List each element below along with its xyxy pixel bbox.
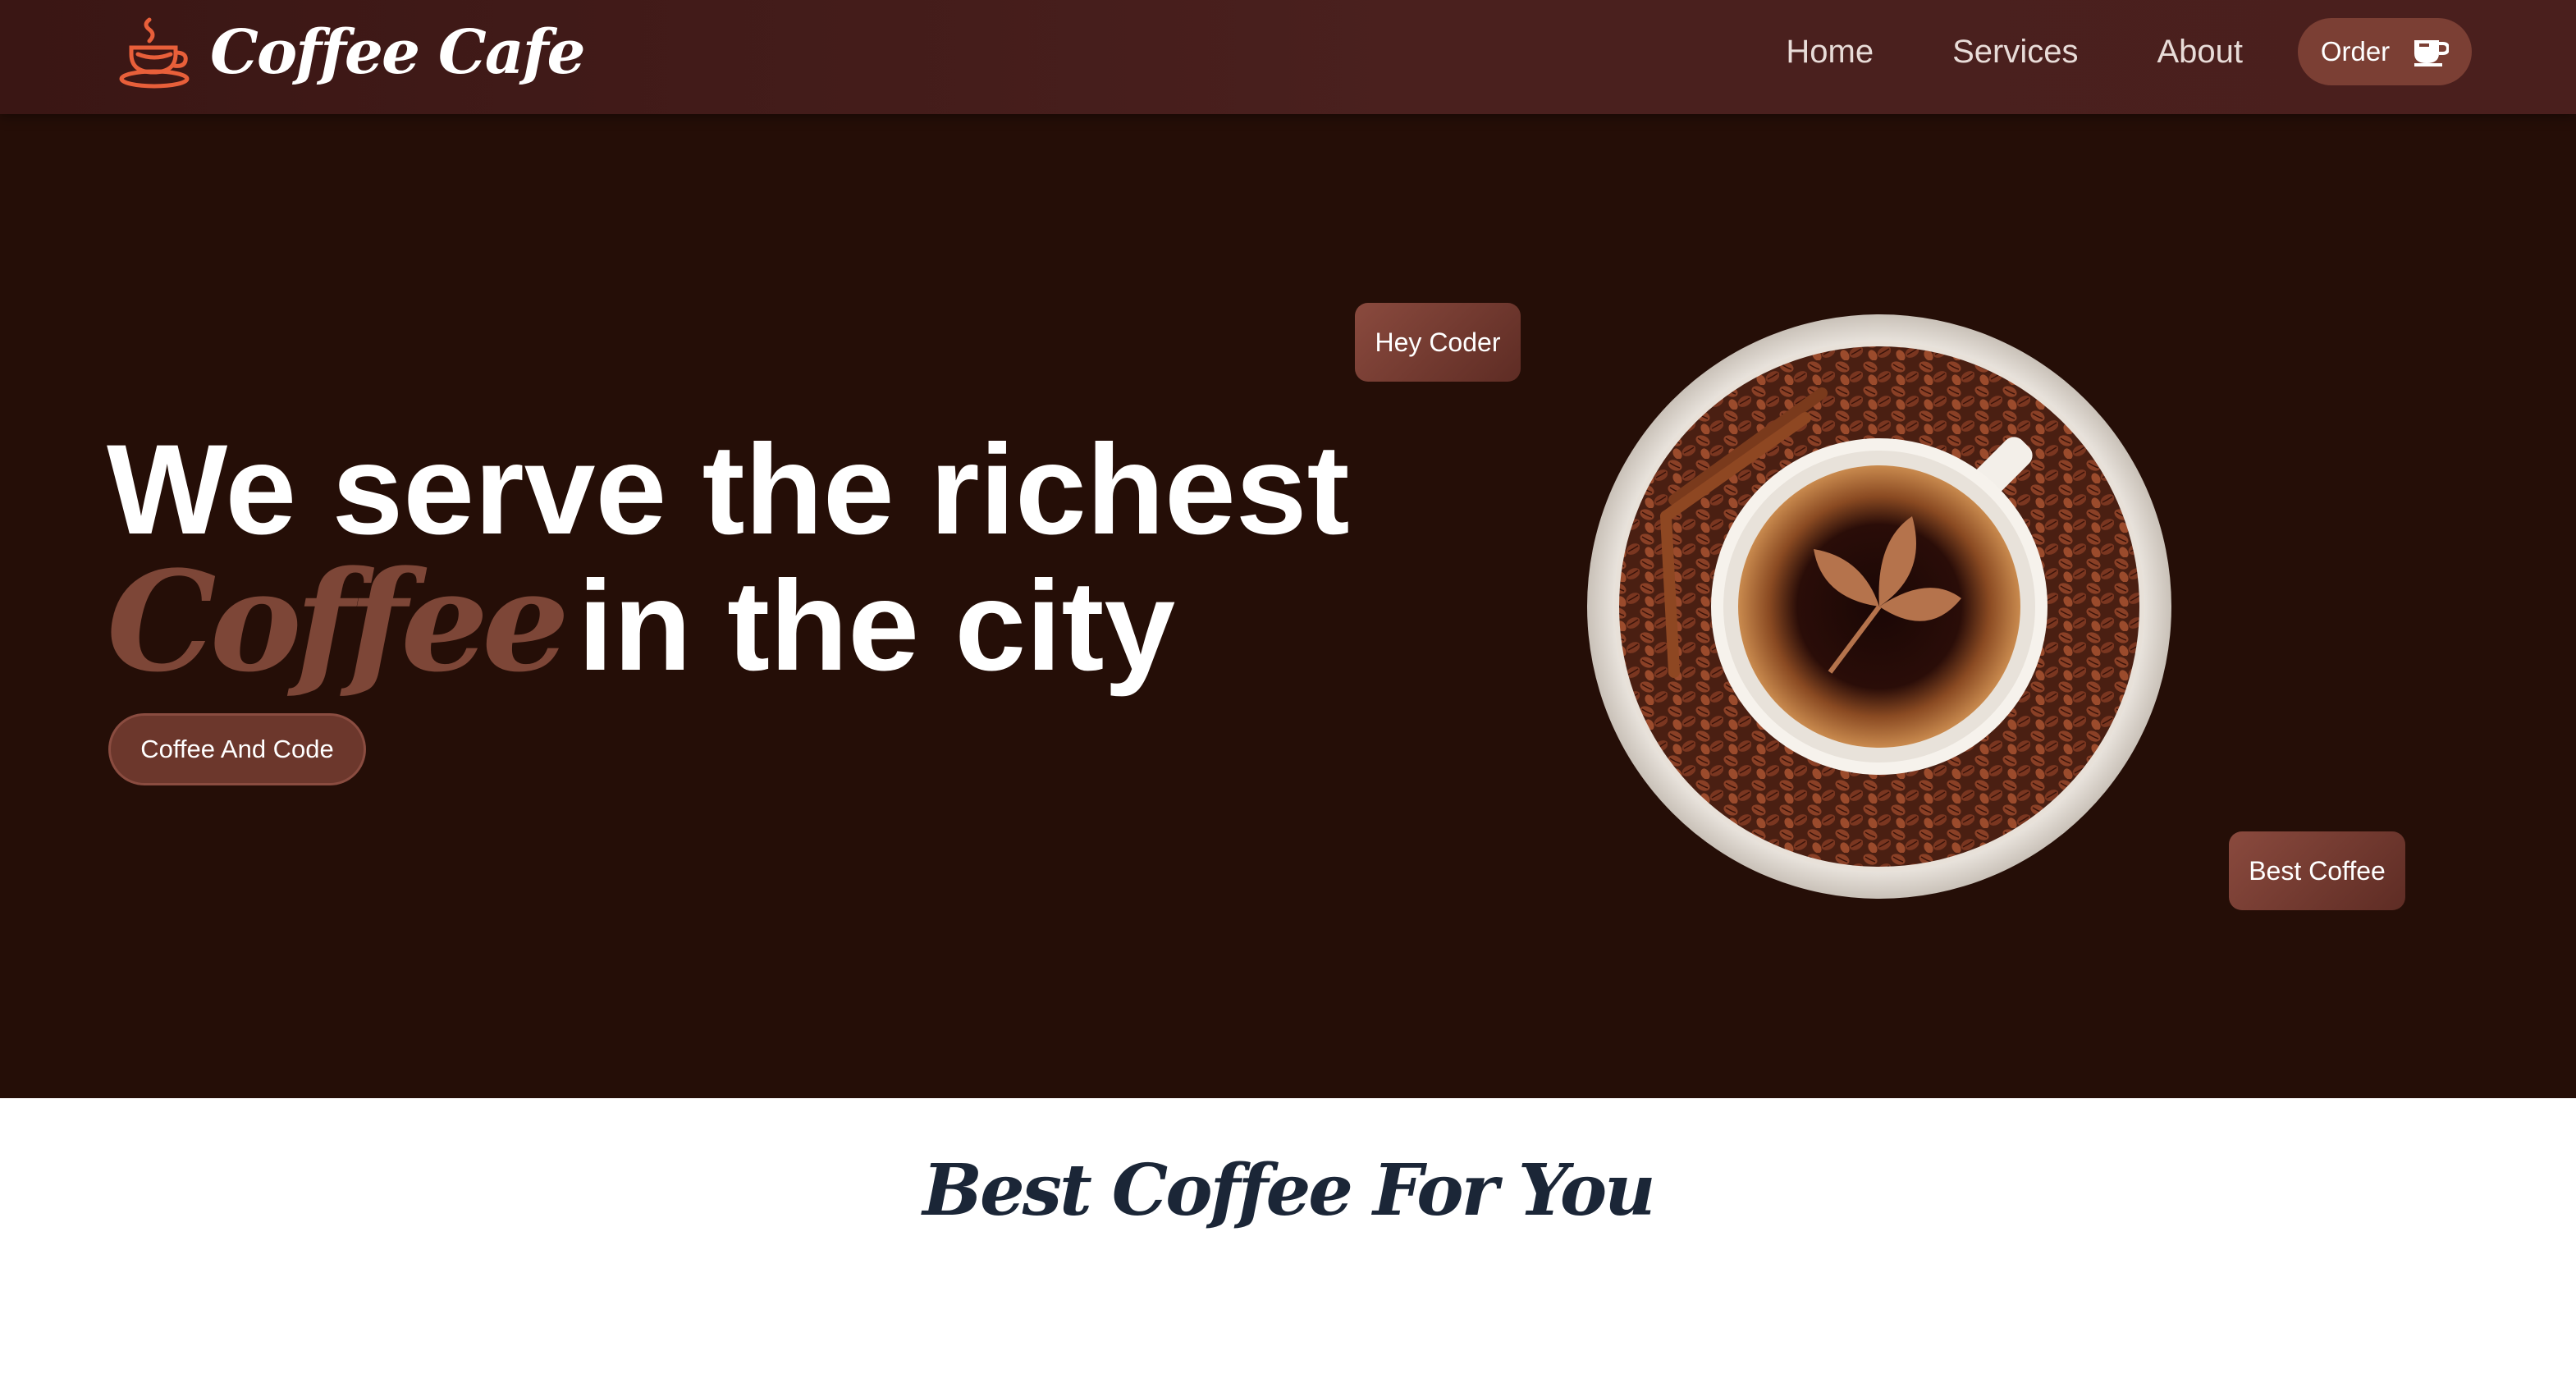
hey-coder-tag: Hey Coder	[1355, 303, 1521, 382]
coffee-and-code-button[interactable]: Coffee And Code	[108, 713, 366, 785]
headline-line-2-rest: in the city	[578, 555, 1176, 698]
coffee-cup-icon	[119, 17, 190, 89]
hero-headline: We serve the richest Coffee in the city	[107, 424, 1350, 692]
coffee-cup-image	[1587, 314, 2171, 899]
nav-link-about[interactable]: About	[2157, 34, 2243, 71]
navbar: Coffee Cafe Home Services About Order	[0, 0, 2576, 114]
hero-section: We serve the richest Coffee in the city C…	[0, 114, 2576, 1098]
headline-accent-word: Coffee	[107, 540, 570, 703]
coffee-mug-icon	[2414, 40, 2450, 66]
nav-link-services[interactable]: Services	[1952, 34, 2078, 71]
nav-link-home[interactable]: Home	[1786, 34, 1874, 71]
section-title: Best Coffee For You	[922, 1149, 1655, 1232]
best-coffee-tag: Best Coffee	[2229, 831, 2405, 910]
main-nav: Home Services About	[1707, 0, 2243, 104]
order-button-label: Order	[2320, 36, 2391, 66]
brand-name: Coffee Cafe	[210, 17, 586, 88]
order-button[interactable]: Order	[2298, 18, 2472, 85]
brand-logo[interactable]: Coffee Cafe	[113, 11, 586, 94]
headline-line-2: Coffee in the city	[107, 552, 1350, 692]
